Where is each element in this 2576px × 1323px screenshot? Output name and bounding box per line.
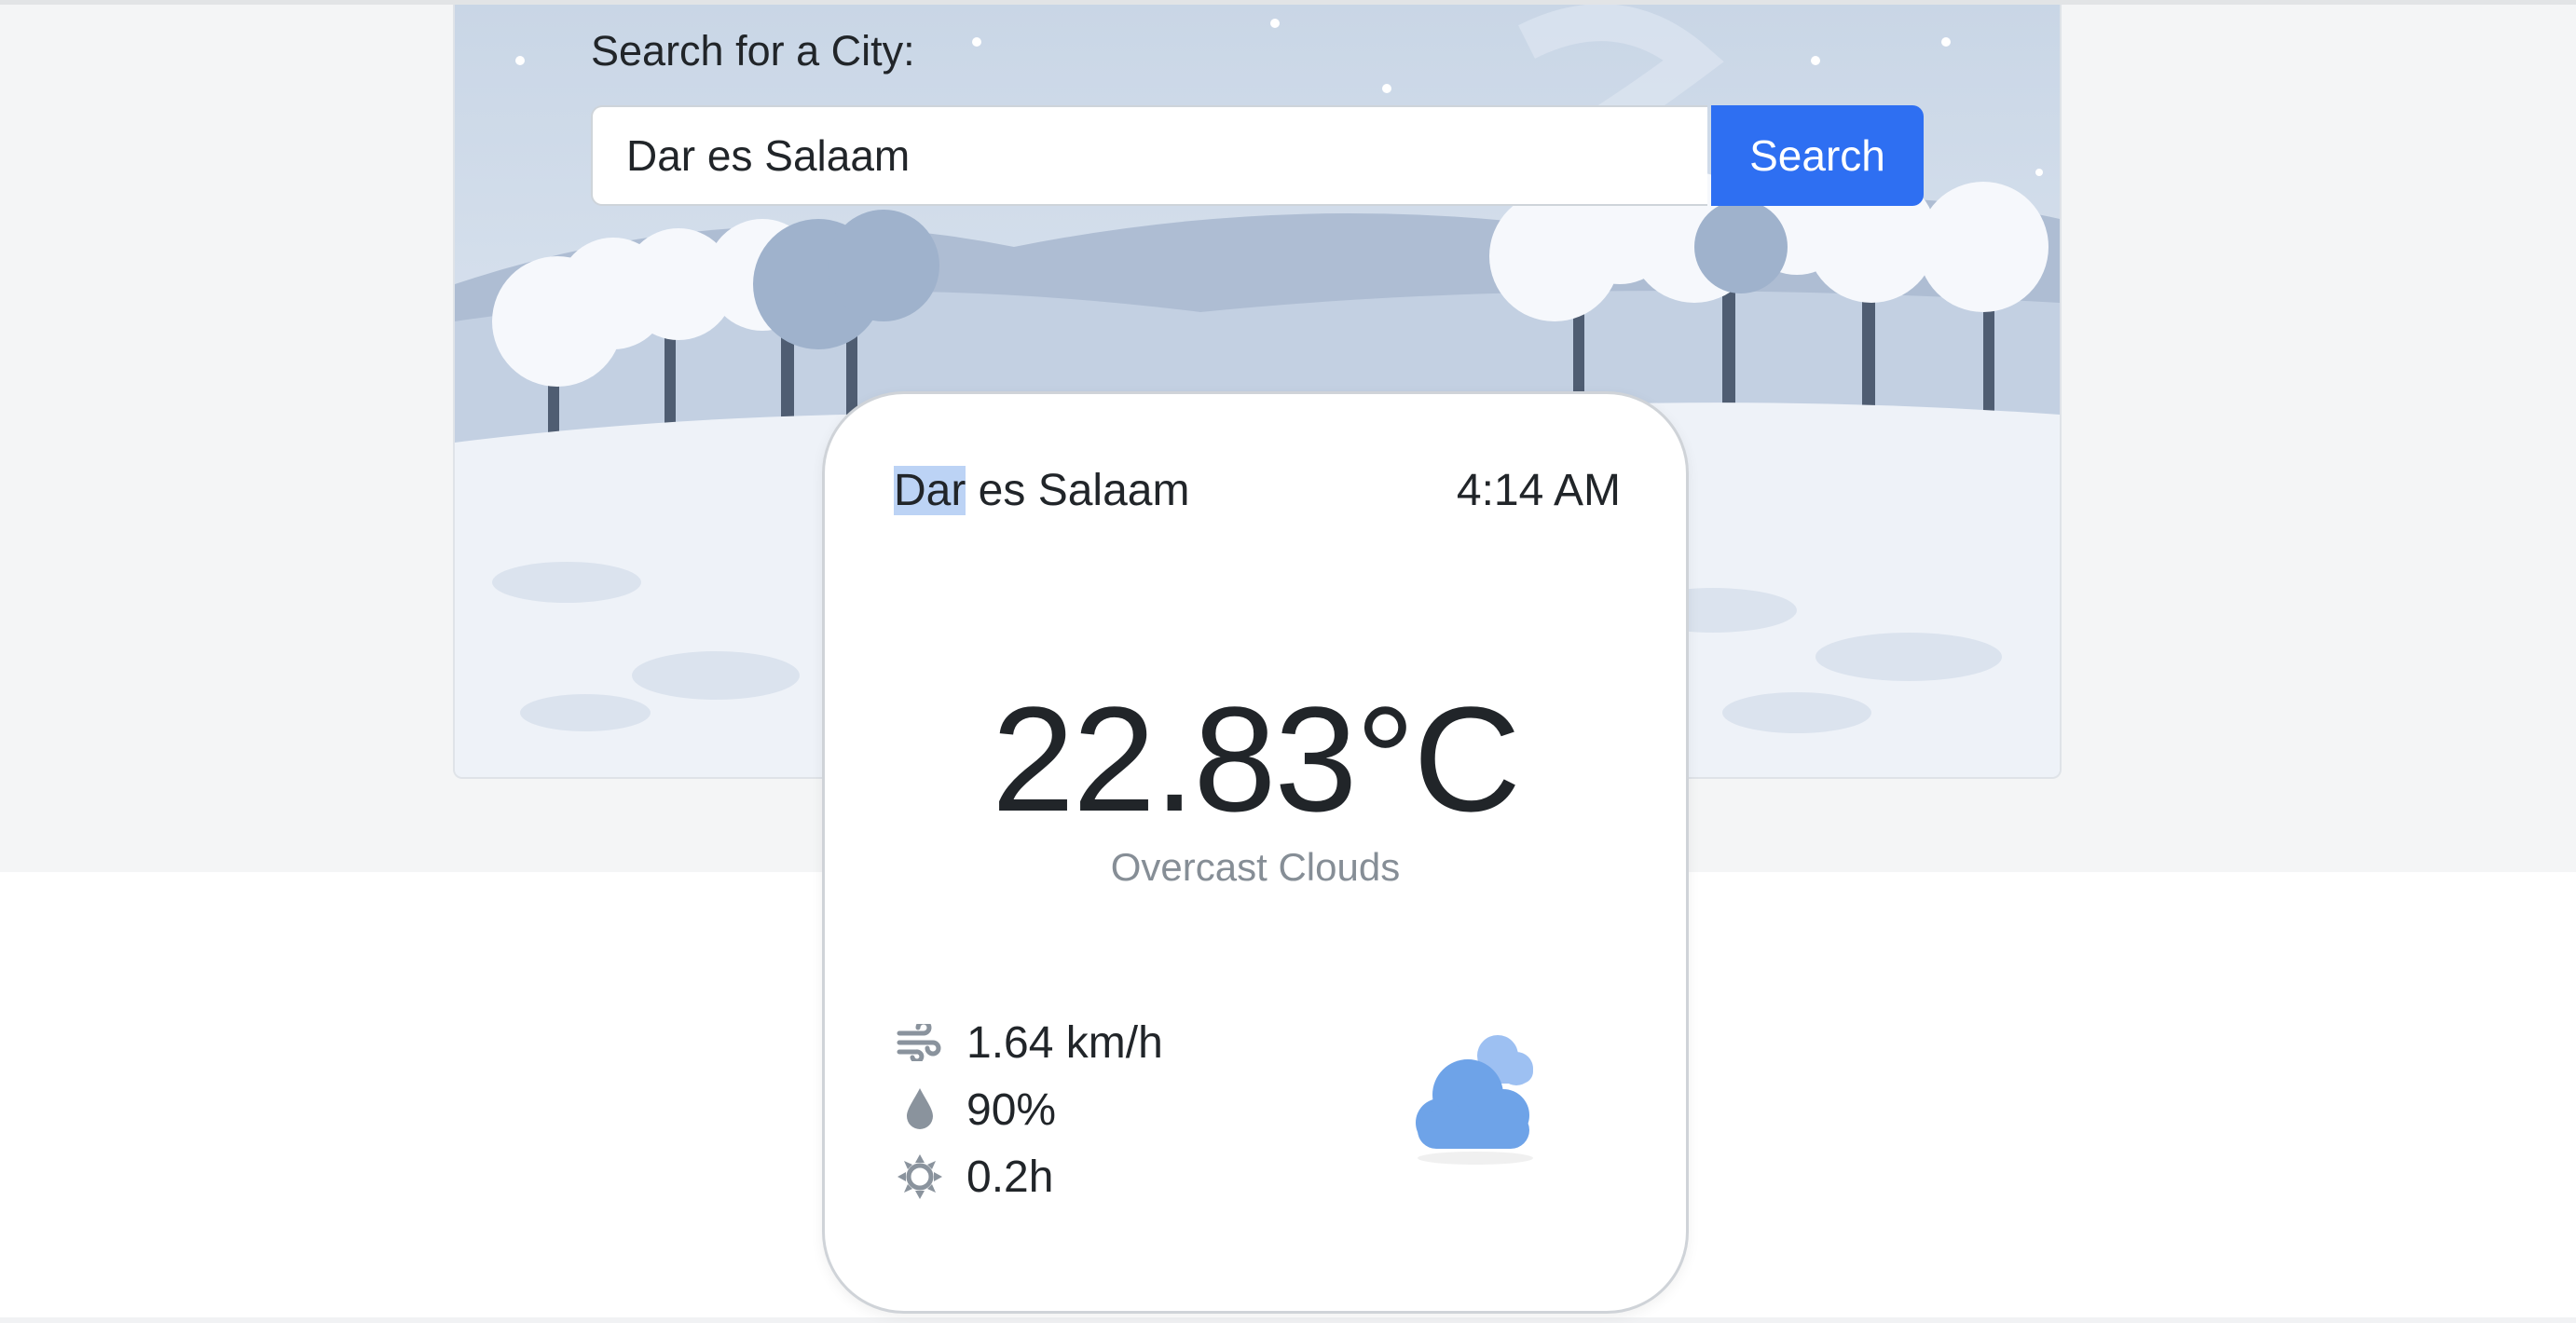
temperature: 22.83°C xyxy=(992,675,1521,842)
weather-card: Dar es Salaam 4:14 AM 22.83°C Overcast C… xyxy=(822,391,1689,1314)
overcast-clouds-icon xyxy=(1399,1018,1567,1172)
local-time: 4:14 AM xyxy=(1456,466,1621,515)
wind-speed: 1.64 km/h xyxy=(966,1017,1163,1068)
city-name: Dar es Salaam xyxy=(894,465,1189,516)
city-search-input[interactable] xyxy=(591,105,1707,206)
sun-icon xyxy=(892,1149,948,1205)
search-label: Search for a City: xyxy=(591,27,915,75)
humidity-stat: 90% xyxy=(892,1082,1056,1138)
city-name-selected-text: Dar xyxy=(894,466,966,515)
bottom-divider xyxy=(0,1317,2576,1323)
droplet-icon xyxy=(892,1082,948,1138)
city-name-rest: es Salaam xyxy=(966,466,1190,515)
wind-icon xyxy=(892,1015,948,1071)
weather-description: Overcast Clouds xyxy=(1110,845,1401,889)
sunshine-hours: 0.2h xyxy=(966,1152,1054,1202)
search-button[interactable]: Search xyxy=(1711,105,1924,206)
wind-stat: 1.64 km/h xyxy=(892,1015,1163,1071)
humidity-value: 90% xyxy=(966,1084,1057,1135)
sunshine-stat: 0.2h xyxy=(892,1149,1053,1205)
